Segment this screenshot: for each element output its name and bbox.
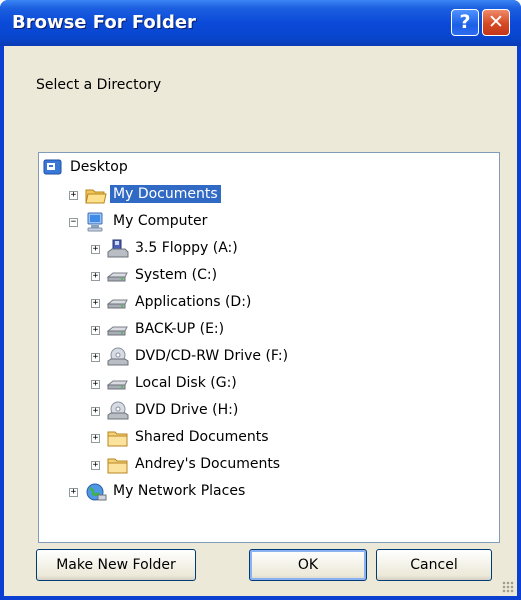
expand-icon[interactable]: +: [69, 191, 78, 200]
tree-item-label: Andrey's Documents: [135, 456, 281, 472]
hard-drive-icon: [106, 266, 128, 286]
folder-icon: [107, 455, 128, 475]
tree-item[interactable]: + Shared Documents: [39, 426, 499, 450]
folder-tree[interactable]: Desktop + My Documents − My Computer +3.5 Flo…: [38, 152, 500, 543]
cd-drive-icon: [107, 401, 129, 421]
expand-icon[interactable]: +: [91, 353, 100, 362]
help-button[interactable]: ?: [451, 9, 479, 36]
hard-drive-icon: [106, 374, 128, 394]
collapse-icon[interactable]: −: [69, 218, 78, 227]
tree-item[interactable]: + Andrey's Documents: [39, 453, 499, 477]
tree-item-label: Local Disk (G:): [135, 375, 237, 391]
computer-icon: [85, 212, 105, 232]
tree-item-label: System (C:): [135, 267, 218, 283]
tree-item[interactable]: + DVD Drive (H:): [39, 399, 499, 423]
tree-item[interactable]: +3.5 Floppy (A:): [39, 237, 499, 261]
network-places-icon: [85, 482, 107, 502]
tree-item-label: DVD/CD-RW Drive (F:): [135, 348, 289, 364]
cd-drive-icon: [107, 347, 129, 367]
expand-icon[interactable]: +: [91, 407, 100, 416]
expand-icon[interactable]: +: [69, 488, 78, 497]
expand-icon[interactable]: +: [91, 380, 100, 389]
tree-item[interactable]: Desktop: [39, 156, 499, 180]
folder-icon: [107, 428, 128, 448]
browse-folder-dialog: Browse For Folder ? ✕ Select a Directory…: [0, 0, 521, 600]
tree-item-label: Desktop: [70, 159, 128, 175]
window-title: Browse For Folder: [12, 12, 196, 33]
tree-item[interactable]: + My Network Places: [39, 480, 499, 504]
tree-item-label: My Network Places: [113, 483, 246, 499]
tree-item-label: BACK-UP (E:): [135, 321, 225, 337]
expand-icon[interactable]: +: [91, 461, 100, 470]
expand-icon[interactable]: +: [91, 299, 100, 308]
tree-item[interactable]: + System (C:): [39, 264, 499, 288]
tree-item-label: My Computer: [113, 213, 208, 229]
resize-grip[interactable]: [502, 581, 514, 593]
expand-icon[interactable]: +: [91, 434, 100, 443]
title-bar[interactable]: Browse For Folder ? ✕: [0, 0, 521, 46]
folder-open-icon: [85, 185, 107, 205]
expand-icon[interactable]: +: [91, 245, 100, 254]
tree-item-label: DVD Drive (H:): [135, 402, 239, 418]
cancel-button[interactable]: Cancel: [376, 549, 492, 581]
tree-item-label: My Documents: [110, 185, 221, 203]
expand-icon[interactable]: +: [91, 326, 100, 335]
tree-item[interactable]: + Local Disk (G:): [39, 372, 499, 396]
ok-button[interactable]: OK: [249, 549, 367, 581]
floppy-drive-icon: [107, 239, 129, 259]
tree-item-label: 3.5 Floppy (A:): [135, 240, 238, 256]
tree-item[interactable]: − My Computer: [39, 210, 499, 234]
tree-item[interactable]: + Applications (D:): [39, 291, 499, 315]
dialog-body: Select a Directory Desktop + My Documents −…: [4, 46, 517, 596]
tree-item-label: Shared Documents: [135, 429, 269, 445]
prompt-label: Select a Directory: [36, 77, 162, 93]
hard-drive-icon: [106, 293, 128, 313]
tree-item-label: Applications (D:): [135, 294, 252, 310]
make-new-folder-button[interactable]: Make New Folder: [36, 549, 196, 581]
expand-icon[interactable]: +: [91, 272, 100, 281]
desktop-icon: [43, 158, 63, 178]
close-button[interactable]: ✕: [482, 9, 510, 36]
hard-drive-icon: [106, 320, 128, 340]
tree-item[interactable]: + BACK-UP (E:): [39, 318, 499, 342]
tree-item[interactable]: + DVD/CD-RW Drive (F:): [39, 345, 499, 369]
tree-item[interactable]: + My Documents: [39, 183, 499, 207]
